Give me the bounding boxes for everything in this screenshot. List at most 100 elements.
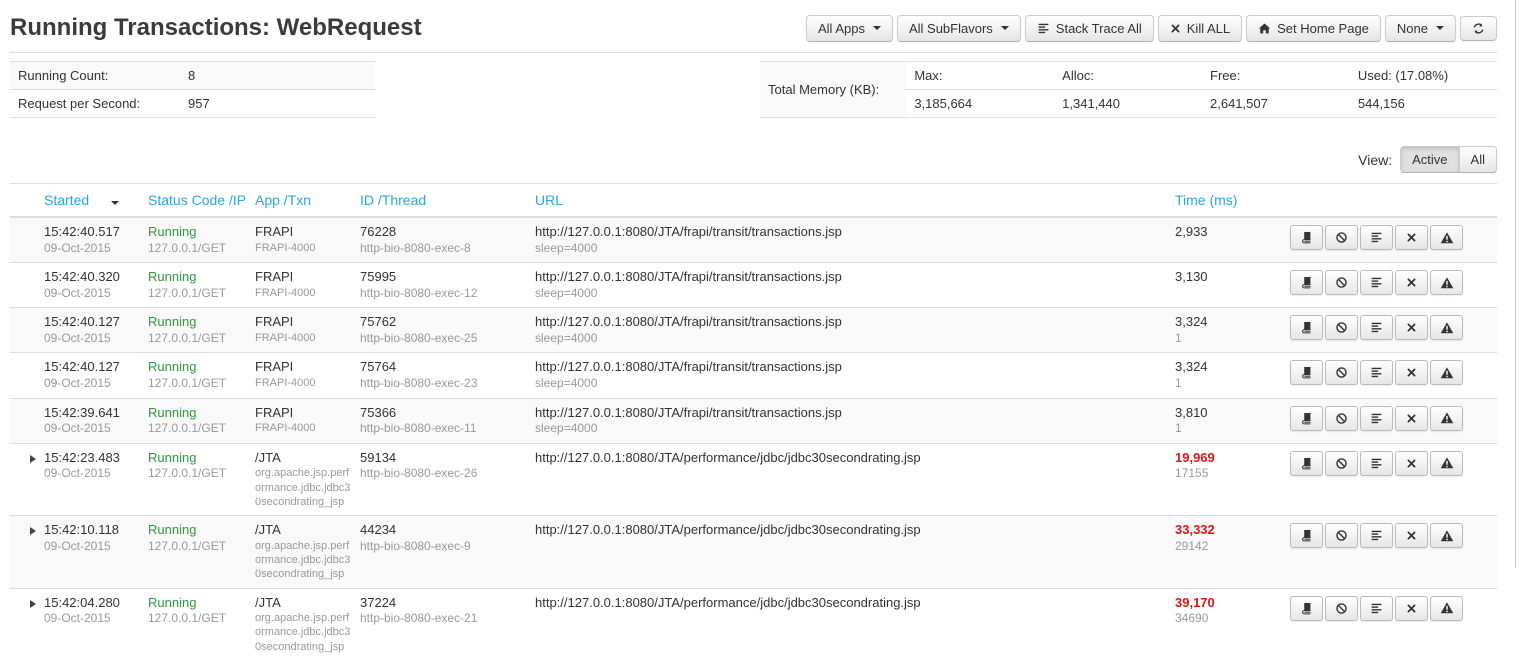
- stack-trace-all-label: Stack Trace All: [1056, 21, 1142, 36]
- row-actions: [1290, 223, 1463, 250]
- row-actions: [1290, 404, 1463, 431]
- stack-trace-button[interactable]: [1360, 523, 1393, 548]
- ban-button[interactable]: [1325, 270, 1358, 295]
- warning-button[interactable]: [1430, 270, 1463, 295]
- warning-button[interactable]: [1430, 523, 1463, 548]
- memory-header-row: Total Memory (KB): Max: Alloc: Free: Use…: [760, 62, 1497, 90]
- ban-button[interactable]: [1325, 451, 1358, 476]
- stack-trace-all-button[interactable]: Stack Trace All: [1025, 15, 1154, 42]
- column-header-id[interactable]: ID /Thread: [360, 184, 535, 218]
- book-button[interactable]: [1290, 360, 1323, 385]
- ban-button[interactable]: [1325, 315, 1358, 340]
- ban-button[interactable]: [1325, 225, 1358, 250]
- ban-button[interactable]: [1325, 360, 1358, 385]
- warning-triangle-icon: [1440, 456, 1454, 470]
- kill-button[interactable]: [1395, 596, 1428, 621]
- none-dropdown-button[interactable]: None: [1385, 15, 1456, 42]
- kill-button[interactable]: [1395, 406, 1428, 431]
- ban-circle-icon: [1335, 366, 1348, 379]
- ban-button[interactable]: [1325, 596, 1358, 621]
- ban-button[interactable]: [1325, 523, 1358, 548]
- book-button[interactable]: [1290, 406, 1323, 431]
- warning-button[interactable]: [1430, 596, 1463, 621]
- ban-circle-icon: [1335, 231, 1348, 244]
- page-title: Running Transactions: WebRequest: [10, 14, 422, 42]
- column-header-app[interactable]: App /Txn: [255, 184, 360, 218]
- row-time-sub: 29142: [1175, 539, 1282, 555]
- scrollbar-track[interactable]: [1515, 0, 1516, 568]
- row-txn: org.apache.jsp.performance.jdbc.jdbc30se…: [255, 466, 352, 509]
- row-time-sub: 17155: [1175, 466, 1282, 482]
- row-app: /JTA: [255, 521, 352, 539]
- row-thread: http-bio-8080-exec-11: [360, 421, 527, 437]
- kill-button[interactable]: [1395, 451, 1428, 476]
- row-url-params: sleep=4000: [535, 331, 1167, 347]
- row-app: FRAPI: [255, 223, 352, 241]
- view-toggle-row: View: Active All: [10, 146, 1497, 173]
- stack-trace-button[interactable]: [1360, 596, 1393, 621]
- warning-button[interactable]: [1430, 315, 1463, 340]
- stack-trace-icon: [1037, 22, 1050, 35]
- book-button[interactable]: [1290, 451, 1323, 476]
- stack-trace-button[interactable]: [1360, 315, 1393, 340]
- sort-caret-down-icon: [111, 201, 119, 205]
- row-actions: [1290, 521, 1463, 548]
- kill-button[interactable]: [1395, 523, 1428, 548]
- warning-button[interactable]: [1430, 360, 1463, 385]
- stack-trace-button[interactable]: [1360, 406, 1393, 431]
- row-started-time: 15:42:40.320: [44, 268, 140, 286]
- column-header-started[interactable]: Started: [10, 184, 148, 218]
- transactions-table: Started Status Code /IP App /Txn ID /Thr…: [10, 183, 1497, 660]
- set-home-page-button[interactable]: Set Home Page: [1246, 15, 1381, 42]
- column-header-url[interactable]: URL: [535, 184, 1175, 218]
- running-count-label: Running Count:: [10, 62, 180, 90]
- row-thread: http-bio-8080-exec-21: [360, 611, 527, 627]
- stack-trace-button[interactable]: [1360, 225, 1393, 250]
- book-button[interactable]: [1290, 225, 1323, 250]
- kill-button[interactable]: [1395, 225, 1428, 250]
- page-container: Running Transactions: WebRequest All App…: [10, 0, 1497, 660]
- kill-all-button[interactable]: Kill ALL: [1158, 15, 1242, 42]
- column-header-time[interactable]: Time (ms): [1175, 184, 1290, 218]
- kill-button[interactable]: [1395, 270, 1428, 295]
- row-thread: http-bio-8080-exec-8: [360, 241, 527, 257]
- book-button[interactable]: [1290, 315, 1323, 340]
- ban-circle-icon: [1335, 457, 1348, 470]
- kill-x-icon: [1406, 367, 1417, 378]
- stack-trace-button[interactable]: [1360, 270, 1393, 295]
- row-status: Running: [148, 449, 247, 467]
- rps-label: Request per Second:: [10, 90, 180, 118]
- stack-trace-icon: [1370, 231, 1383, 244]
- stack-trace-button[interactable]: [1360, 360, 1393, 385]
- row-txn: FRAPI-4000: [255, 286, 352, 300]
- stack-trace-button[interactable]: [1360, 451, 1393, 476]
- refresh-button[interactable]: [1460, 16, 1497, 41]
- row-url-params: sleep=4000: [535, 421, 1167, 437]
- book-icon: [1300, 602, 1313, 615]
- ban-button[interactable]: [1325, 406, 1358, 431]
- view-all-button[interactable]: All: [1459, 146, 1497, 173]
- warning-button[interactable]: [1430, 451, 1463, 476]
- kill-button[interactable]: [1395, 360, 1428, 385]
- book-button[interactable]: [1290, 270, 1323, 295]
- view-active-button[interactable]: Active: [1400, 146, 1459, 173]
- row-id: 76228: [360, 223, 527, 241]
- all-apps-button[interactable]: All Apps: [806, 15, 893, 42]
- kill-button[interactable]: [1395, 315, 1428, 340]
- expand-row-icon[interactable]: [30, 455, 36, 463]
- ban-circle-icon: [1335, 412, 1348, 425]
- expand-row-icon[interactable]: [30, 600, 36, 608]
- all-subflavors-button[interactable]: All SubFlavors: [897, 15, 1021, 42]
- book-button[interactable]: [1290, 523, 1323, 548]
- memory-alloc-value: 1,341,440: [1054, 90, 1202, 118]
- stack-trace-icon: [1370, 276, 1383, 289]
- caret-down-icon: [873, 26, 881, 30]
- row-actions: [1290, 313, 1463, 340]
- warning-button[interactable]: [1430, 406, 1463, 431]
- expand-row-icon[interactable]: [30, 527, 36, 535]
- column-header-status[interactable]: Status Code /IP: [148, 184, 255, 218]
- table-row: 15:42:39.641 09-Oct-2015 Running 127.0.0…: [10, 398, 1497, 443]
- warning-button[interactable]: [1430, 225, 1463, 250]
- book-button[interactable]: [1290, 596, 1323, 621]
- row-started-time: 15:42:10.118: [44, 521, 140, 539]
